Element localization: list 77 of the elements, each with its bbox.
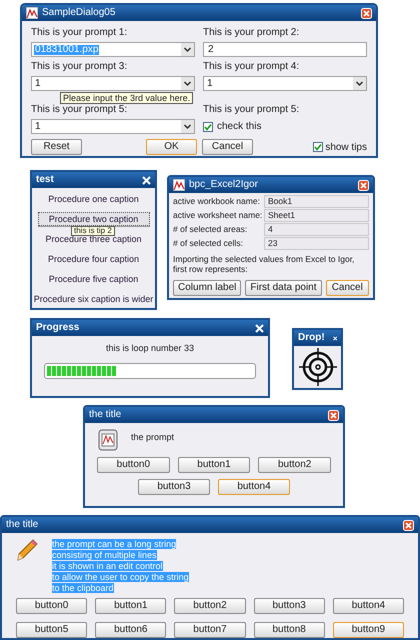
crosshair-icon[interactable] [298, 347, 338, 387]
field-label: This is your prompt 5: [203, 105, 300, 115]
window-title: SampleDialog05 [42, 8, 116, 18]
field-label: This is your prompt 3: [31, 62, 128, 72]
dialog-button[interactable]: button3 [138, 479, 210, 495]
dialog-button[interactable]: button4 [218, 479, 290, 495]
window-title: the title [6, 520, 38, 530]
window-title: Drop! [298, 333, 325, 343]
checkbox-label[interactable]: show tips [325, 140, 367, 154]
tooltip: this is tip 2 [71, 226, 115, 236]
combo-value: 1 [206, 78, 214, 88]
checkbox-label[interactable]: check this [217, 119, 262, 134]
import-message: Importing the selected values from Excel to Igor, first row represents: [173, 254, 356, 274]
dialog-button[interactable]: Cancel [202, 139, 253, 155]
field-label: active worksheet name: [173, 211, 261, 220]
window-title: bpc_Excel2Igor [189, 180, 258, 190]
combo-box[interactable]: 1 [31, 119, 195, 134]
dialog-button[interactable]: button5 [16, 622, 88, 638]
dialog-button[interactable]: button1 [178, 457, 250, 473]
field-label: # of selected cells: [173, 239, 244, 248]
field-label: This is your prompt 2: [203, 28, 300, 38]
procedure-button[interactable]: Procedure six caption is wider [32, 292, 155, 306]
dialog-button[interactable]: button0 [16, 598, 88, 614]
close-icon[interactable] [332, 334, 337, 342]
procedure-button[interactable]: Procedure five caption [46, 272, 140, 286]
close-icon[interactable] [361, 8, 372, 18]
field-label: This is your prompt 1: [31, 28, 128, 38]
dialog-button[interactable]: button2 [258, 457, 331, 473]
field-label: active workbook name: [173, 197, 261, 206]
graph-icon [26, 7, 38, 19]
dialog-button[interactable]: First data point [245, 280, 322, 296]
combo-box[interactable]: 1 [31, 76, 195, 91]
field-label: This is your prompt 4: [203, 62, 300, 72]
combo-box[interactable]: 1 [203, 76, 367, 91]
readonly-field[interactable]: Book1 [264, 195, 369, 208]
dialog-button[interactable]: button8 [254, 622, 325, 638]
procedure-button[interactable]: Procedure four caption [46, 252, 142, 266]
progress-message: this is loop number 33 [106, 344, 194, 353]
dialog-button[interactable]: button9 [332, 622, 404, 638]
text-field[interactable]: 2 [203, 42, 367, 57]
graph-icon [173, 179, 185, 191]
dialog-button[interactable]: Reset [31, 139, 82, 155]
combo-value: 1 [34, 78, 42, 88]
field-label: This is your prompt 5: [31, 105, 128, 115]
dialog-button[interactable]: button3 [254, 598, 325, 614]
readonly-field[interactable]: 23 [264, 237, 369, 250]
close-icon[interactable] [328, 410, 339, 420]
dialog-button[interactable]: button6 [95, 622, 166, 638]
close-icon[interactable] [403, 520, 414, 530]
pencil-icon [16, 539, 38, 561]
procedure-button[interactable]: Procedure one caption [46, 192, 141, 206]
checkbox[interactable] [313, 142, 324, 152]
window-title: test [36, 175, 54, 185]
close-icon[interactable] [142, 176, 151, 184]
readonly-field[interactable]: Sheet1 [264, 209, 369, 222]
window-title: the title [89, 410, 122, 420]
readonly-field[interactable]: 4 [264, 223, 369, 236]
dialog-button[interactable]: button0 [97, 457, 170, 473]
graph-icon [97, 429, 119, 451]
dialog-button[interactable]: Cancel [326, 280, 369, 296]
dialog-button[interactable]: Column label [173, 280, 242, 296]
close-icon[interactable] [358, 180, 369, 190]
tooltip: Please input the 3rd value here. [60, 92, 194, 104]
window-title: Progress [36, 323, 80, 333]
combo-value: 1 [34, 122, 42, 132]
close-icon[interactable] [255, 324, 264, 332]
dialog-button[interactable]: button7 [174, 622, 246, 638]
field-label: # of selected areas: [173, 225, 248, 234]
checkbox[interactable] [203, 122, 213, 132]
dialog-button[interactable]: button2 [174, 598, 246, 614]
dialog-button[interactable]: OK [146, 139, 197, 155]
dialog-button[interactable]: button4 [332, 598, 404, 614]
prompt-text: the prompt [131, 431, 174, 444]
combo-value: 01831001.pxp [34, 44, 100, 54]
prompt-text: the prompt can be a long string consisting of multiple lines it is shown in an edit control to allow the user to copy the string to the clipboard [52, 539, 189, 594]
procedure-button[interactable]: Procedure two caption [38, 212, 150, 226]
dialog-button[interactable]: button1 [95, 598, 166, 614]
